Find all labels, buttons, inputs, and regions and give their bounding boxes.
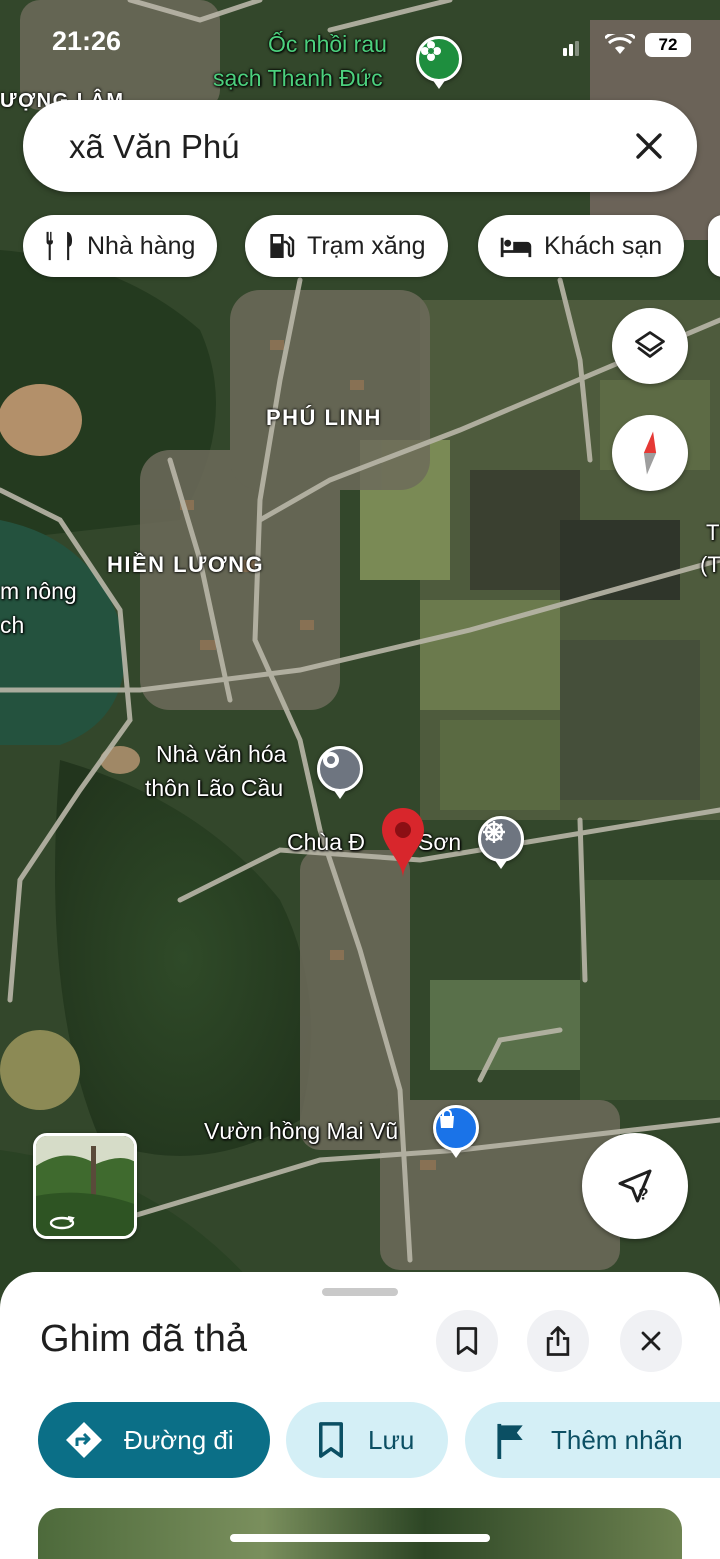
map-label-edge-right-1: T (706, 520, 720, 545)
layers-button[interactable] (612, 308, 688, 384)
status-bar: 21:26 72 (0, 0, 720, 90)
search-bar[interactable]: xã Văn Phú (23, 100, 697, 192)
place-bottom-sheet[interactable]: Ghim đã thả Đường đi Lưu Thêm nhãn (0, 1272, 720, 1559)
save-button[interactable]: Lưu (286, 1402, 448, 1478)
poi-label-chua: Chùa Đ (287, 829, 365, 855)
compass-icon (643, 431, 657, 475)
street-view-thumbnail[interactable] (33, 1133, 137, 1239)
restaurant-icon (46, 231, 73, 261)
share-icon (546, 1326, 570, 1356)
drag-handle[interactable] (322, 1288, 398, 1296)
poi-label-nha-van-hoa-2: thôn Lão Cầu (145, 775, 284, 801)
directions-button[interactable]: Đường đi (38, 1402, 270, 1478)
add-label-label: Thêm nhãn (551, 1424, 683, 1455)
360-rotate-icon (49, 1216, 75, 1230)
chip-hotels[interactable]: Khách sạn (478, 215, 685, 277)
my-location-button[interactable]: ? (582, 1133, 688, 1239)
close-sheet-button[interactable] (620, 1310, 682, 1372)
chip-restaurants-label: Nhà hàng (87, 231, 196, 260)
wifi-icon (605, 34, 635, 54)
layers-icon (635, 331, 665, 358)
close-icon[interactable] (627, 124, 671, 168)
gas-station-icon (270, 234, 295, 258)
bookmark-icon (319, 1422, 343, 1458)
map-label-edge-right-2: (T (700, 552, 720, 577)
dropped-pin-icon[interactable] (380, 806, 426, 880)
close-icon (641, 1331, 661, 1351)
map-label-edge-left-1: m nông (0, 578, 77, 604)
directions-label: Đường đi (124, 1424, 234, 1455)
flag-icon (497, 1423, 523, 1459)
dharma-wheel-icon[interactable] (478, 816, 524, 869)
map-label-edge-left-2: ch (0, 612, 25, 638)
svg-text:?: ? (638, 1184, 648, 1203)
home-indicator (230, 1534, 490, 1542)
sheet-title: Ghim đã thả (40, 1318, 247, 1360)
shopping-bag-icon[interactable] (433, 1105, 479, 1158)
save-label: Lưu (368, 1424, 415, 1455)
search-query[interactable]: xã Văn Phú (69, 128, 240, 166)
poi-label-vuon-hong: Vườn hồng Mai Vũ (204, 1118, 399, 1144)
chip-more[interactable] (708, 215, 720, 277)
location-dot-icon[interactable] (317, 746, 363, 799)
share-button[interactable] (527, 1310, 589, 1372)
chip-gas-stations[interactable]: Trạm xăng (245, 215, 448, 277)
hotel-icon (500, 237, 532, 258)
chip-hotels-label: Khách sạn (544, 231, 663, 260)
chip-restaurants[interactable]: Nhà hàng (23, 215, 218, 277)
signal-icon (563, 41, 579, 56)
area-label-phu-linh: PHÚ LINH (266, 405, 382, 430)
add-label-button[interactable]: Thêm nhãn (465, 1402, 720, 1478)
chip-gas-stations-label: Trạm xăng (307, 231, 426, 260)
poi-label-nha-van-hoa-1: Nhà văn hóa (156, 741, 287, 767)
area-label-hien-luong: HIỀN LƯƠNG (107, 552, 265, 577)
status-time: 21:26 (52, 26, 122, 56)
compass-button[interactable] (612, 415, 688, 491)
battery-indicator: 72 (645, 33, 691, 57)
directions-icon (66, 1422, 102, 1458)
bookmark-icon (456, 1327, 478, 1355)
navigation-unknown-icon: ? (618, 1169, 652, 1203)
save-icon-button[interactable] (436, 1310, 498, 1372)
